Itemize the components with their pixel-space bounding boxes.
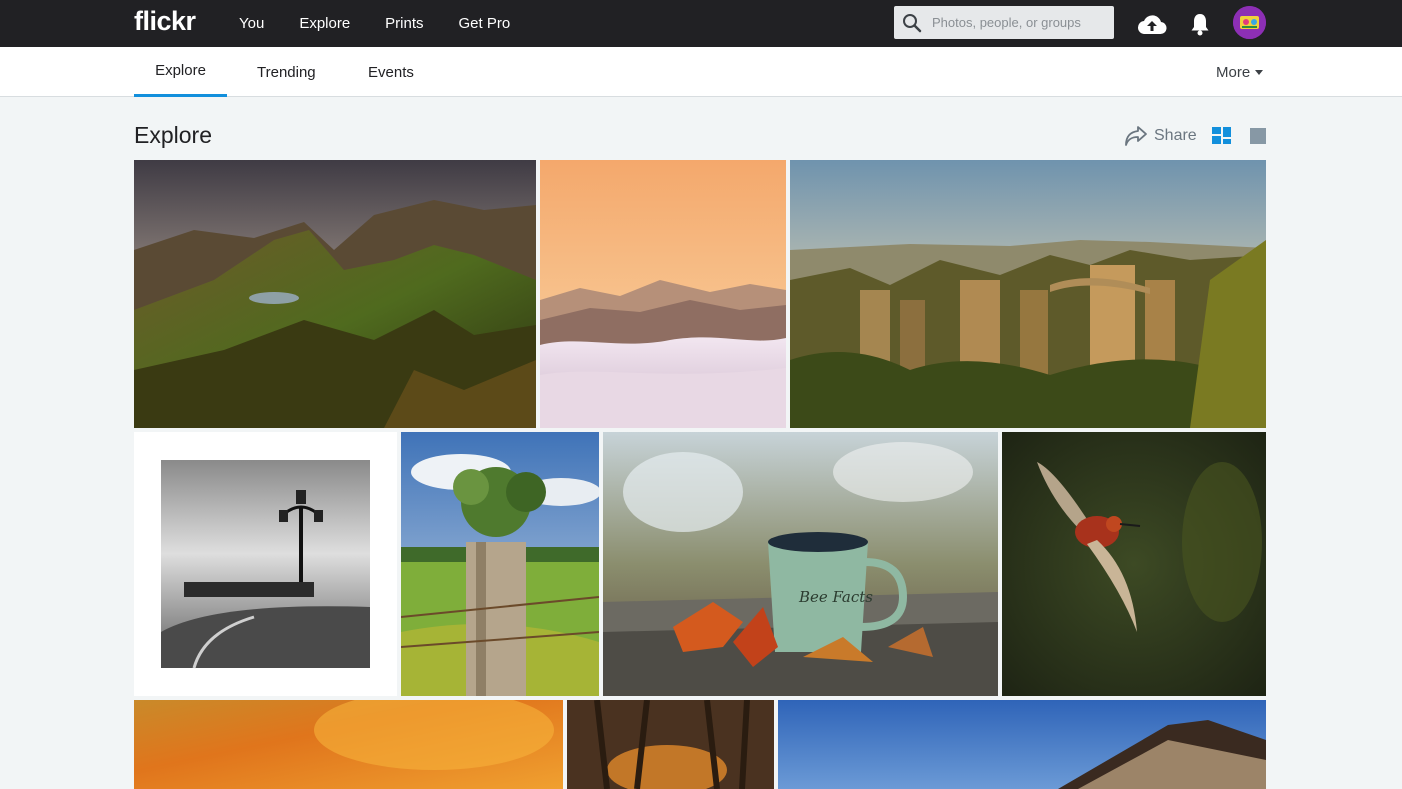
tab-explore[interactable]: Explore: [134, 47, 227, 97]
photo-enamel-mug-autumn-leaves[interactable]: Bee Facts: [603, 432, 998, 696]
share-icon: [1125, 126, 1147, 146]
tab-trending[interactable]: Trending: [257, 47, 316, 97]
more-label: More: [1216, 63, 1251, 81]
chevron-down-icon: [1255, 69, 1264, 75]
avatar[interactable]: [1233, 6, 1266, 39]
main-nav: You Explore Prints Get Pro: [239, 0, 545, 47]
search-box[interactable]: [894, 6, 1114, 39]
mug-text: Bee Facts: [798, 588, 873, 606]
photo-mountain-landscape[interactable]: [134, 160, 536, 428]
photo-building-blue-sky[interactable]: [778, 700, 1266, 789]
share-label: Share: [1154, 127, 1197, 144]
nav-explore[interactable]: Explore: [299, 15, 350, 32]
grid-view-icon[interactable]: [1212, 127, 1231, 144]
sub-navigation: Explore Trending Events More: [0, 47, 1402, 97]
share-button[interactable]: Share: [1124, 124, 1197, 148]
search-icon: [903, 13, 922, 32]
nav-you[interactable]: You: [239, 15, 264, 32]
photo-hummingbird-flight[interactable]: [1002, 432, 1266, 696]
upload-cloud-icon: [1137, 14, 1167, 34]
page-title: Explore: [134, 122, 212, 148]
photo-sunset-sea-of-clouds[interactable]: [540, 160, 786, 428]
nav-get-pro[interactable]: Get Pro: [459, 15, 511, 32]
photo-tree-stump-plant[interactable]: [401, 432, 599, 696]
avatar-image: [1233, 6, 1266, 39]
top-navigation-bar: flickr You Explore Prints Get Pro: [0, 0, 1402, 47]
photo-orange-bokeh[interactable]: [134, 700, 563, 789]
notifications-button[interactable]: [1188, 0, 1212, 47]
single-view-icon[interactable]: [1250, 128, 1266, 144]
photo-trees-sunset[interactable]: [567, 700, 774, 789]
bell-icon: [1191, 13, 1209, 35]
search-input[interactable]: [932, 15, 1102, 30]
upload-button[interactable]: [1136, 0, 1168, 47]
tab-events[interactable]: Events: [368, 47, 414, 97]
nav-prints[interactable]: Prints: [385, 15, 423, 32]
flickr-logo[interactable]: flickr: [134, 6, 196, 37]
photo-black-white-lamppost-pier[interactable]: [134, 432, 397, 696]
more-dropdown[interactable]: More: [1216, 47, 1264, 97]
photo-rock-formations-bridge[interactable]: [790, 160, 1266, 428]
